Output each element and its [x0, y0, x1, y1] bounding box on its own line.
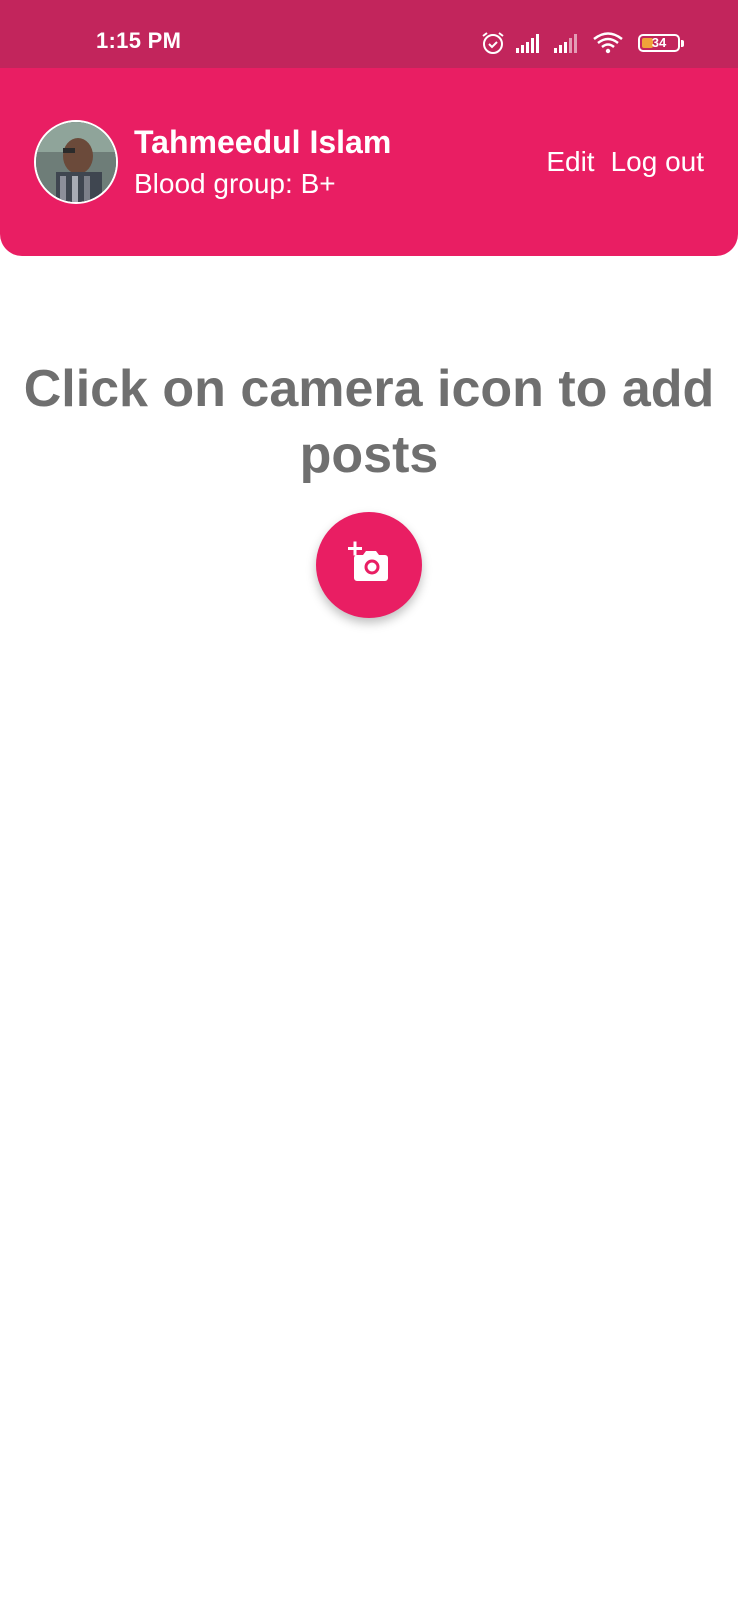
edit-button[interactable]: Edit: [546, 146, 594, 178]
logout-button[interactable]: Log out: [611, 146, 704, 178]
signal-icon: [554, 32, 582, 54]
profile-header: Tahmeedul Islam Blood group: B+ Edit Log…: [0, 68, 738, 256]
empty-state-message: Click on camera icon to add posts: [23, 360, 715, 484]
alarm-icon: [480, 30, 506, 56]
profile-screen: 1:15 PM 34 Tahmeedul Islam Blood group: …: [0, 0, 738, 1600]
avatar[interactable]: [34, 120, 118, 204]
blood-group: Blood group: B+: [134, 168, 336, 199]
signal-icon: [516, 32, 544, 54]
add-post-button[interactable]: [316, 512, 422, 618]
status-icons: 34: [480, 28, 684, 58]
wifi-icon: [592, 31, 624, 55]
header-actions: Edit Log out: [546, 146, 704, 178]
status-time: 1:15 PM: [96, 28, 182, 53]
status-bar: 1:15 PM 34: [0, 0, 738, 68]
battery-level: 34: [651, 35, 667, 50]
battery-icon: 34: [638, 34, 684, 52]
add-photo-icon: [345, 541, 393, 590]
user-name: Tahmeedul Islam: [134, 124, 392, 160]
